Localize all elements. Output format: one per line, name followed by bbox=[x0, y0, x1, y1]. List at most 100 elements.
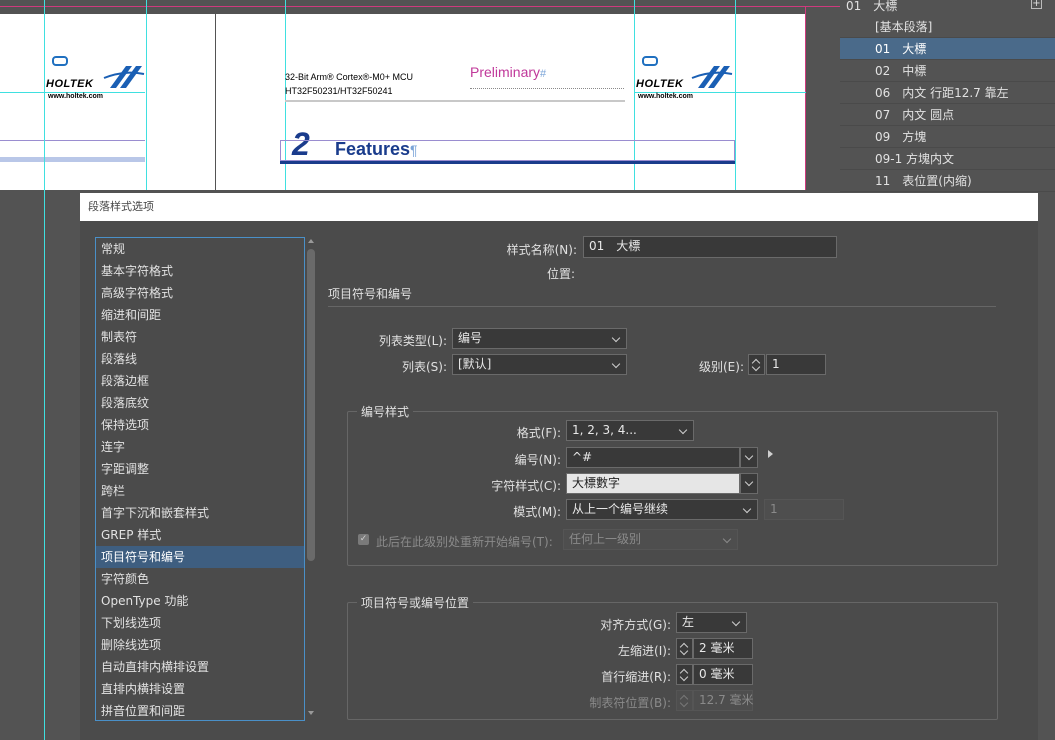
panel-current-style: 01 大標 bbox=[846, 0, 898, 13]
rule-bar bbox=[0, 157, 145, 162]
paragraph-style-item[interactable]: 02 中標 bbox=[840, 60, 1055, 82]
dialog-title: 段落样式选项 bbox=[88, 200, 154, 213]
category-item[interactable]: 保持选项 bbox=[96, 414, 304, 436]
location-label: 位置: bbox=[546, 267, 575, 281]
mode-start-input[interactable]: 1 bbox=[764, 499, 844, 520]
scroll-up-icon[interactable] bbox=[308, 239, 314, 243]
list-select[interactable]: [默认] bbox=[452, 354, 627, 375]
category-item[interactable]: 字符颜色 bbox=[96, 568, 304, 590]
header-rule bbox=[285, 100, 625, 102]
alignment-select[interactable]: 左 bbox=[676, 612, 747, 633]
divider bbox=[328, 306, 996, 307]
category-item[interactable]: 段落边框 bbox=[96, 370, 304, 392]
paragraph-style-label: 06 内文 行距12.7 靠左 bbox=[875, 86, 1009, 100]
paragraph-style-label: 01 大標 bbox=[875, 42, 927, 56]
bullet-position-group bbox=[347, 602, 998, 720]
numbering-style-title: 编号样式 bbox=[357, 403, 414, 420]
logo-mark-icon bbox=[52, 56, 68, 66]
category-item[interactable]: 首字下沉和嵌套样式 bbox=[96, 502, 304, 524]
category-item[interactable]: 高级字符格式 bbox=[96, 282, 304, 304]
left-page bbox=[0, 14, 215, 190]
margin-guide bbox=[0, 140, 145, 141]
section-rule bbox=[280, 161, 735, 164]
restart-checkbox[interactable]: ✓ bbox=[358, 534, 369, 545]
category-item[interactable]: 常规 bbox=[96, 238, 304, 260]
level-label: 级别(E): bbox=[699, 360, 744, 374]
paragraph-style-item[interactable]: 11 表位置(内缩) bbox=[840, 170, 1055, 192]
guide bbox=[146, 0, 147, 190]
number-input[interactable]: ^# bbox=[566, 447, 740, 468]
paragraph-style-item[interactable]: [基本段落] bbox=[840, 16, 1055, 38]
category-list[interactable]: 常规 基本字符格式 高级字符格式 缩进和间距 制表符 段落线 段落边框 段落底纹 保持选项 连字字… bbox=[95, 237, 305, 721]
first-indent-label: 首行缩进(R): bbox=[601, 670, 671, 684]
list-type-select[interactable]: 编号 bbox=[452, 328, 627, 349]
list-type-label: 列表类型(L): bbox=[378, 334, 447, 348]
category-item[interactable]: 删除线选项 bbox=[96, 634, 304, 656]
first-indent-input[interactable]: 0 毫米 bbox=[693, 664, 753, 685]
guide bbox=[44, 0, 45, 740]
paragraph-style-label: 11 表位置(内缩) bbox=[875, 174, 972, 188]
category-item[interactable]: OpenType 功能 bbox=[96, 590, 304, 612]
category-item[interactable]: 直排内横排设置 bbox=[96, 678, 304, 700]
paragraph-style-label: 02 中標 bbox=[875, 64, 927, 78]
paragraph-style-item[interactable]: 06 内文 行距12.7 靠左 bbox=[840, 82, 1055, 104]
left-indent-input[interactable]: 2 毫米 bbox=[693, 638, 753, 659]
category-item[interactable]: 字距调整 bbox=[96, 458, 304, 480]
number-label: 编号(N): bbox=[514, 453, 561, 467]
category-item[interactable]: 跨栏 bbox=[96, 480, 304, 502]
left-indent-label: 左缩进(I): bbox=[618, 644, 671, 658]
category-item[interactable]: 缩进和间距 bbox=[96, 304, 304, 326]
special-chars-arrow-icon[interactable] bbox=[768, 450, 773, 458]
category-item[interactable]: 段落底纹 bbox=[96, 392, 304, 414]
header-line-1: 32-Bit Arm® Cortex®-M0+ MCU bbox=[285, 72, 414, 82]
left-indent-stepper[interactable] bbox=[676, 638, 693, 659]
category-item[interactable]: 段落线 bbox=[96, 348, 304, 370]
mode-label: 模式(M): bbox=[513, 505, 561, 519]
restart-level-select[interactable]: 任何上一级别 bbox=[563, 529, 738, 550]
char-style-input[interactable]: 大標數字 bbox=[566, 473, 740, 494]
mode-select[interactable]: 从上一个编号继续 bbox=[566, 499, 758, 520]
paragraph-style-item[interactable]: 09-1 方塊内文 bbox=[840, 148, 1055, 170]
category-item[interactable]: GREP 样式 bbox=[96, 524, 304, 546]
category-item[interactable]: 基本字符格式 bbox=[96, 260, 304, 282]
category-item[interactable]: 自动直排内横排设置 bbox=[96, 656, 304, 678]
bleed-line bbox=[0, 6, 840, 7]
first-indent-stepper[interactable] bbox=[676, 664, 693, 685]
tab-position-label: 制表符位置(B): bbox=[589, 696, 671, 710]
holtek-logo-icon bbox=[103, 66, 145, 88]
level-input[interactable]: 1 bbox=[766, 354, 826, 375]
scroll-down-icon[interactable] bbox=[308, 711, 314, 715]
category-scroll-thumb[interactable] bbox=[307, 249, 315, 561]
dialog-titlebar[interactable]: 段落样式选项 bbox=[80, 193, 1038, 221]
logo-text: HOLTEK bbox=[636, 78, 684, 90]
category-item[interactable]: 连字 bbox=[96, 436, 304, 458]
guide bbox=[735, 0, 736, 190]
paragraph-style-options-dialog: 段落样式选项 常规 基本字符格式 高级字符格式 缩进和间距 制表符 段落线 段落边框 段落底纹… bbox=[80, 193, 1038, 740]
category-item[interactable]: 下划线选项 bbox=[96, 612, 304, 634]
category-item[interactable]: 拼音位置和间距 bbox=[96, 700, 304, 720]
list-label: 列表(S): bbox=[401, 360, 447, 374]
holtek-logo-icon bbox=[691, 66, 733, 88]
plus-square-icon[interactable]: + bbox=[1031, 0, 1042, 9]
paragraph-style-item[interactable]: 09 方塊 bbox=[840, 126, 1055, 148]
paragraph-styles-panel: 01 大標 + [基本段落] 01 大標 02 中標 06 内文 行距12.7 靠左 0… bbox=[840, 0, 1055, 192]
category-item[interactable]: 项目符号和编号 bbox=[96, 546, 304, 568]
char-style-dropdown-button[interactable] bbox=[740, 473, 758, 494]
preliminary-label: Preliminary# bbox=[470, 64, 547, 80]
level-stepper[interactable] bbox=[748, 354, 765, 375]
paragraph-style-item[interactable]: 01 大標 bbox=[840, 38, 1055, 60]
text-frame-edge bbox=[280, 140, 735, 161]
tab-position-input[interactable]: 12.7 毫米 bbox=[693, 690, 754, 711]
paragraph-style-label: [基本段落] bbox=[875, 20, 933, 34]
paragraph-style-label: 09-1 方塊内文 bbox=[875, 152, 955, 166]
style-name-input[interactable]: 01 大標 bbox=[583, 236, 837, 258]
logo-mark-icon bbox=[642, 56, 658, 66]
format-select[interactable]: 1, 2, 3, 4... bbox=[566, 420, 694, 441]
logo-url: www.holtek.com bbox=[638, 93, 693, 100]
char-style-label: 字符样式(C): bbox=[491, 479, 561, 493]
tab-position-stepper[interactable] bbox=[676, 690, 693, 711]
paragraph-style-item[interactable]: 07 内文 圆点 bbox=[840, 104, 1055, 126]
category-item[interactable]: 制表符 bbox=[96, 326, 304, 348]
number-dropdown-button[interactable] bbox=[740, 447, 758, 468]
paragraph-style-label: 09 方塊 bbox=[875, 130, 927, 144]
